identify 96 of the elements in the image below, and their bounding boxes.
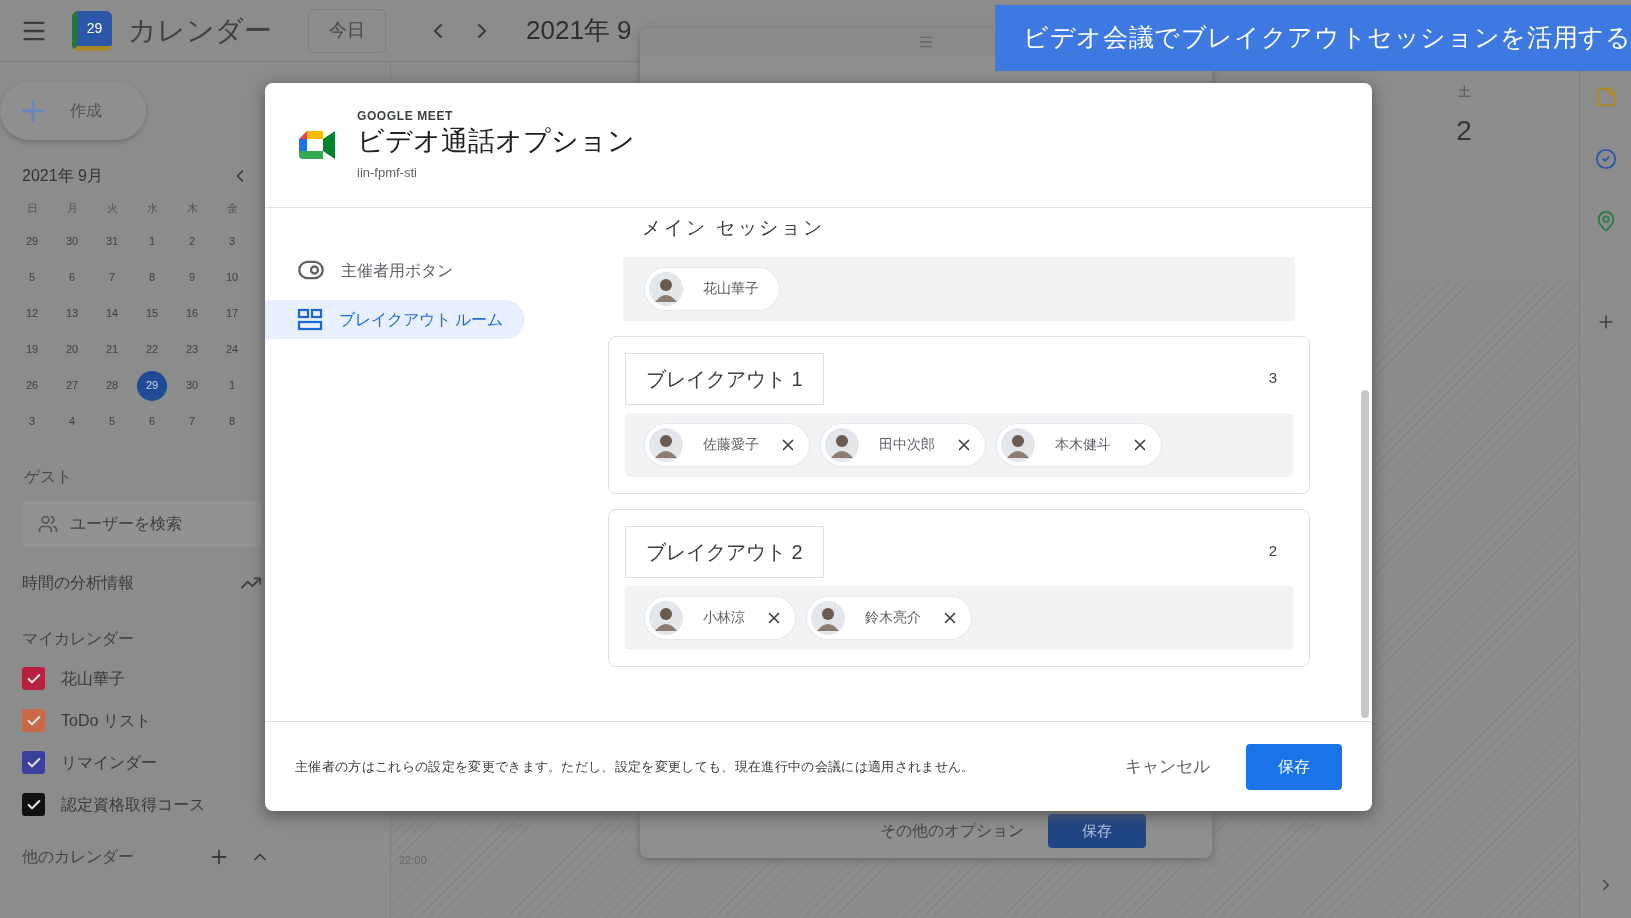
calendar-day[interactable]: 20 — [65, 341, 79, 358]
participant-chip[interactable]: 田中次郎 — [821, 423, 985, 466]
dialog-title: ビデオ通話オプション — [357, 125, 635, 159]
calendar-day[interactable]: 17 — [225, 305, 239, 322]
participant-chip[interactable]: 本木健斗 — [997, 423, 1161, 466]
participant-name: 佐藤愛子 — [702, 435, 760, 454]
calendar-day[interactable]: 26 — [25, 377, 39, 394]
nav-label: 主催者用ボタン — [341, 260, 454, 281]
avatar-icon — [649, 427, 683, 462]
participant-chip[interactable]: 小林涼 — [645, 596, 795, 639]
cancel-button[interactable]: キャンセル — [1113, 743, 1222, 790]
nav-label: ブレイクアウト ルーム — [339, 310, 505, 330]
save-button[interactable]: 保存 — [1246, 743, 1342, 790]
calendar-day[interactable]: 6 — [68, 269, 76, 286]
calendar-day[interactable]: 22 — [145, 341, 159, 358]
participant-count: 2 — [1268, 541, 1277, 562]
footer-note: 主催者の方はこれらの設定を変更できます。ただし、設定を変更しても、現在進行中の会議には適用されません。 — [295, 757, 976, 776]
participant-name: 本木健斗 — [1054, 435, 1112, 454]
calendar-day[interactable]: 15 — [145, 305, 159, 322]
calendar-day[interactable]: 7 — [188, 413, 196, 430]
calendar-day[interactable]: 2 — [188, 233, 196, 250]
app-title: カレンダー — [128, 13, 272, 48]
room-name-field[interactable]: ブレイクアウト 2 — [625, 525, 824, 578]
nav-item[interactable]: ブレイクアウト ルーム — [265, 300, 525, 339]
calendar-day[interactable]: 3 — [228, 233, 236, 250]
calendar-day[interactable]: 28 — [105, 377, 119, 394]
rooms-icon — [297, 306, 323, 333]
calendar-day[interactable]: 12 — [25, 305, 39, 322]
participant-name: 花山華子 — [702, 279, 760, 298]
nav-item[interactable]: 主催者用ボタン — [265, 252, 525, 288]
room-name-field[interactable]: ブレイクアウト 1 — [625, 352, 824, 405]
calendar-day[interactable]: 3 — [28, 413, 36, 430]
calendar-day[interactable]: 8 — [228, 413, 236, 430]
user-search-field[interactable]: ユーザーを検索 — [22, 500, 262, 547]
task-icon[interactable] — [1594, 148, 1617, 170]
calendar-day[interactable]: 8 — [148, 269, 156, 286]
dialog-eyebrow: GOOGLE MEET — [357, 108, 454, 126]
participant-chip[interactable]: 佐藤愛子 — [645, 423, 809, 466]
participant-name: 田中次郎 — [878, 435, 936, 454]
section-title: メイン セッション — [641, 216, 826, 240]
calendar-day[interactable]: 10 — [225, 269, 239, 286]
create-button[interactable]: 作成 — [0, 82, 146, 140]
logo-date: 29 — [86, 18, 103, 38]
calendar-checkbox[interactable] — [22, 709, 45, 732]
avatar-icon — [649, 271, 683, 306]
title-banner: ビデオ会議でブレイクアウトセッションを活用する — [995, 5, 1631, 71]
calendar-day[interactable]: 24 — [225, 341, 239, 358]
calendar-day[interactable]: 16 — [185, 305, 199, 322]
participant-name: 小林涼 — [702, 608, 746, 627]
people-icon — [38, 513, 58, 534]
calendar-name: リマインダー — [61, 752, 157, 773]
guests-title: ゲスト — [23, 466, 73, 487]
calendar-day[interactable]: 13 — [65, 305, 79, 322]
calendar-day[interactable]: 31 — [105, 233, 119, 250]
avatar-icon — [649, 600, 683, 635]
save-button[interactable]: 保存 — [1048, 814, 1146, 848]
calendar-day[interactable]: 4 — [68, 413, 76, 430]
video-camera-logo — [299, 129, 337, 161]
participant-name: 鈴木亮介 — [864, 608, 922, 627]
calendar-day[interactable]: 1 — [148, 233, 156, 250]
avatar-icon — [1001, 427, 1035, 462]
section-title[interactable]: 時間の分析情報 — [22, 570, 134, 595]
avatar-icon — [811, 600, 845, 635]
calendar-day[interactable]: 29 — [137, 370, 167, 401]
today-button[interactable]: 今日 — [308, 8, 386, 53]
calendar-name: 認定資格取得コース — [61, 794, 205, 815]
calendar-day[interactable]: 23 — [185, 341, 199, 358]
more-options-link[interactable]: その他のオプション — [880, 819, 1024, 843]
section-title[interactable]: 他のカレンダー — [22, 844, 208, 869]
calendar-day[interactable]: 6 — [148, 413, 156, 430]
calendar-checkbox[interactable] — [22, 793, 45, 816]
calendar-name: ToDo リスト — [61, 710, 151, 731]
calendar-day[interactable]: 19 — [25, 341, 39, 358]
month-title: 2021年 9月 — [22, 166, 103, 186]
participant-chip[interactable]: 鈴木亮介 — [807, 596, 971, 639]
calendar-day[interactable]: 21 — [105, 341, 119, 358]
calendar-day[interactable]: 30 — [185, 377, 199, 394]
calendar-day[interactable]: 5 — [28, 269, 36, 286]
drag-handle-icon[interactable] — [918, 34, 934, 50]
calendar-checkbox[interactable] — [22, 667, 45, 690]
calendar-day[interactable]: 1 — [228, 377, 236, 394]
meeting-code: iin-fpmf-sti — [357, 164, 418, 183]
participant-count: 3 — [1268, 368, 1277, 389]
calendar-name: 花山華子 — [61, 668, 125, 689]
calendar-day[interactable]: 27 — [65, 377, 79, 394]
calendar-day[interactable]: 30 — [65, 233, 79, 250]
participant-chip[interactable]: 花山華子 — [645, 267, 779, 310]
calendar-day[interactable]: 14 — [105, 305, 119, 322]
calendar-checkbox[interactable] — [22, 751, 45, 774]
avatar-icon — [825, 427, 859, 462]
calendar-day[interactable]: 9 — [188, 269, 196, 286]
calendar-day[interactable]: 29 — [25, 233, 39, 250]
calendar-day[interactable]: 5 — [108, 413, 116, 430]
date-range: 2021年 9 — [526, 14, 632, 47]
day-number[interactable]: 2 — [1456, 109, 1472, 152]
calendar-day[interactable]: 7 — [108, 269, 116, 286]
